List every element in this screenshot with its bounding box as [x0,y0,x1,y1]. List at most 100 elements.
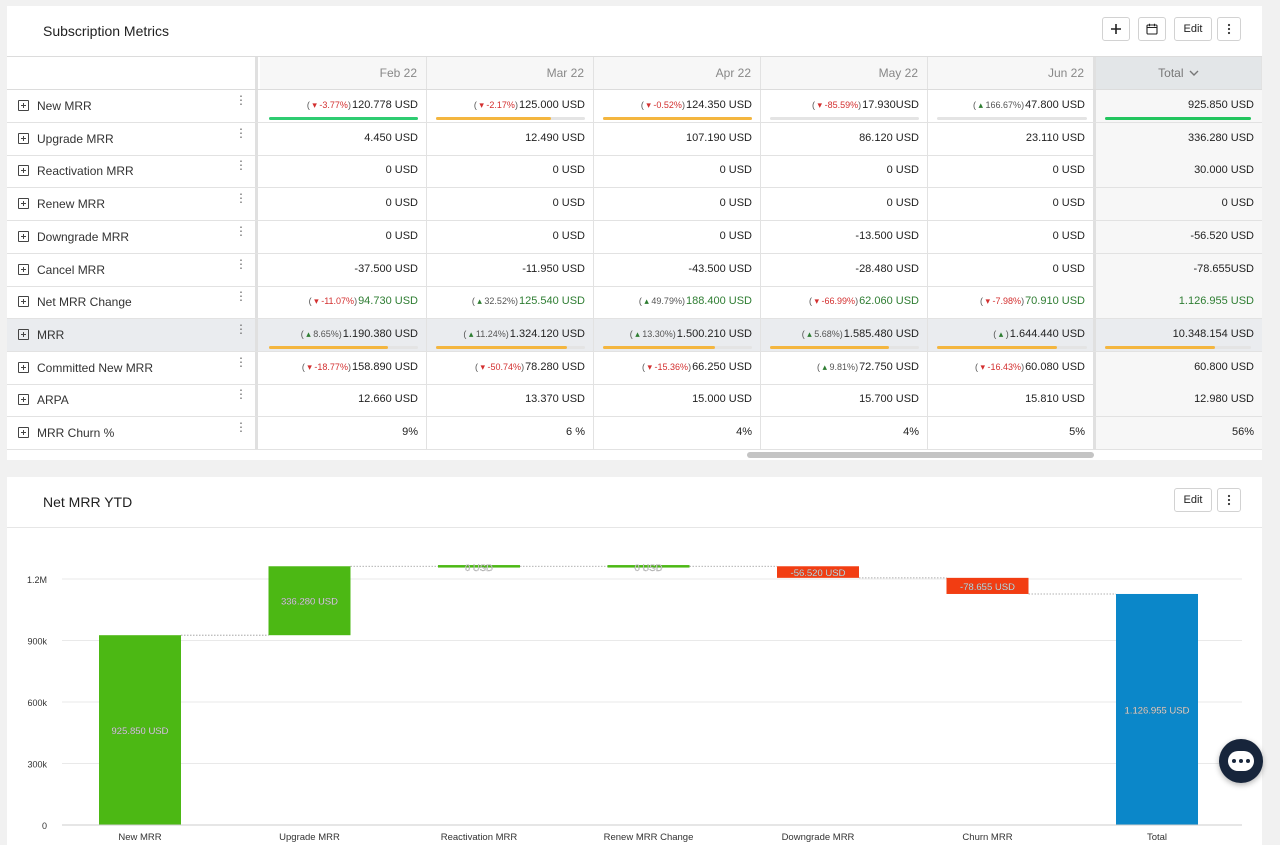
horizontal-scrollbar[interactable] [258,450,1096,460]
cell-value: 0 USD [552,197,585,210]
progress-fill [603,117,752,120]
change-percent: -2.17% [486,100,515,110]
arrow-up-icon: ▴ [978,100,984,110]
edit-button[interactable]: Edit [1174,17,1212,41]
cell-value: 0 USD [1052,229,1085,242]
progress-fill [269,345,389,349]
arrow-down-icon: ▾ [480,361,486,372]
table-cell: ( ▴ 8.65%)1.190.380 USD [260,318,427,351]
column-header[interactable]: Apr 22 [594,57,761,89]
row-label-cell: New MRR ⋮ [7,90,258,122]
table-row: MRR ⋮( ▴ 8.65%)1.190.380 USD( ▴ 11.24%)1.… [7,318,1262,352]
expand-plus-icon[interactable] [18,263,29,275]
change-badge: ( ▴ 9.81%) [816,361,859,372]
progress-fill [937,345,1057,349]
table-cell: 0 USD [427,220,594,253]
progress-bar [436,345,585,349]
row-menu-icon[interactable]: ⋮ [235,323,247,335]
row-label: Net MRR Change [37,295,132,310]
table-cell: ( ▴ 13.30%)1.500.210 USD [594,318,761,351]
cell-value: -28.480 USD [855,262,919,275]
cell-value: 17.930USD [862,99,919,111]
arrow-up-icon: ▴ [998,328,1004,339]
column-header[interactable]: Mar 22 [427,57,594,89]
chart-more-options-button[interactable] [1217,488,1241,512]
chart-edit-button[interactable]: Edit [1174,488,1212,512]
row-menu-icon[interactable]: ⋮ [235,290,247,302]
row-menu-icon[interactable]: ⋮ [235,421,247,433]
row-menu-icon[interactable]: ⋮ [235,192,247,204]
chat-button[interactable] [1219,739,1263,783]
row-menu-icon[interactable]: ⋮ [235,159,247,171]
expand-plus-icon[interactable] [18,394,29,406]
cell-value: 124.350 USD [685,99,752,111]
expand-plus-icon[interactable] [18,230,29,242]
arrow-up-icon: ▴ [306,328,311,339]
cell-value: 60.080 USD [1025,360,1085,373]
add-button[interactable] [1102,17,1130,41]
expand-plus-icon[interactable] [18,361,29,373]
total-cell: 0 USD [1096,188,1262,221]
cell-value: 1.500.210 USD [676,327,752,340]
row-menu-icon[interactable]: ⋮ [235,94,247,106]
expand-plus-icon[interactable] [18,165,29,177]
arrow-up-icon: ▴ [635,328,640,339]
table-row: New MRR ⋮( ▾ -3.77%)120.778 USD( ▾ -2.17%… [7,90,1262,123]
cell-value: 125.000 USD [518,99,585,111]
table-cell: 0 USD [761,188,928,221]
cell-value: 12.490 USD [525,131,585,144]
expand-plus-icon[interactable] [18,132,29,144]
change-percent: -50.74% [487,361,522,372]
cell-value: 78.280 USD [525,360,585,373]
change-percent: -3.77% [319,100,348,110]
cell-value: 47.800 USD [1025,99,1085,111]
more-options-button[interactable] [1217,17,1241,41]
table-row: Net MRR Change ⋮( ▾ -11.07%)94.730 USD( ▴… [7,286,1262,320]
cell-value: 0 USD [552,164,585,177]
row-menu-icon[interactable]: ⋮ [235,258,247,270]
cell-value: 0 USD [719,197,752,210]
change-percent: 11.24% [475,328,506,339]
progress-bar [770,345,919,349]
column-header[interactable]: Jun 22 [928,57,1096,89]
row-menu-icon[interactable]: ⋮ [235,127,247,139]
table-cell: -37.500 USD [260,253,427,286]
expand-plus-icon[interactable] [18,427,29,438]
change-percent: 5.68% [814,328,840,339]
progress-fill [436,117,551,120]
row-menu-icon[interactable]: ⋮ [235,388,247,400]
calendar-button[interactable] [1138,17,1166,41]
row-label-cell: MRR Churn % ⋮ [7,417,258,449]
chevron-down-icon [1189,70,1199,76]
total-cell: 10.348.154 USD [1096,318,1262,351]
expand-plus-icon[interactable] [18,100,29,111]
table-cell: 107.190 USD [594,122,761,155]
expand-plus-icon[interactable] [18,198,29,210]
cell-value: 1.190.380 USD [342,327,418,340]
column-header[interactable]: Feb 22 [260,57,427,89]
change-badge: ( ▾ -66.99%) [808,296,859,307]
arrow-down-icon: ▾ [647,361,653,372]
progress-bar [269,117,418,120]
row-menu-icon[interactable]: ⋮ [235,356,247,368]
change-percent: 166.67% [985,100,1022,110]
y-tick-label: 900k [27,637,47,647]
column-header[interactable]: May 22 [761,57,928,89]
scrollbar-thumb[interactable] [747,452,1094,458]
change-percent: -0.52% [653,100,682,110]
expand-plus-icon[interactable] [18,328,29,340]
data-label: -56.520 USD [791,568,846,579]
table-row: MRR Churn % ⋮ 9% 6 % 4% 4% 5% 56% [7,417,1262,450]
arrow-down-icon: ▾ [307,361,312,372]
row-label-cell: ARPA ⋮ [7,384,258,417]
table-cell: 12.490 USD [427,122,594,155]
kebab-icon [1227,494,1231,506]
expand-plus-icon[interactable] [18,296,29,308]
arrow-down-icon: ▾ [814,296,820,307]
total-column-header[interactable]: Total [1096,57,1262,89]
cell-value: 158.890 USD [351,360,418,373]
cell-value: -11.950 USD [522,262,585,275]
row-menu-icon[interactable]: ⋮ [235,225,247,237]
table-cell: -43.500 USD [594,253,761,286]
total-cell: 56% [1096,417,1262,449]
